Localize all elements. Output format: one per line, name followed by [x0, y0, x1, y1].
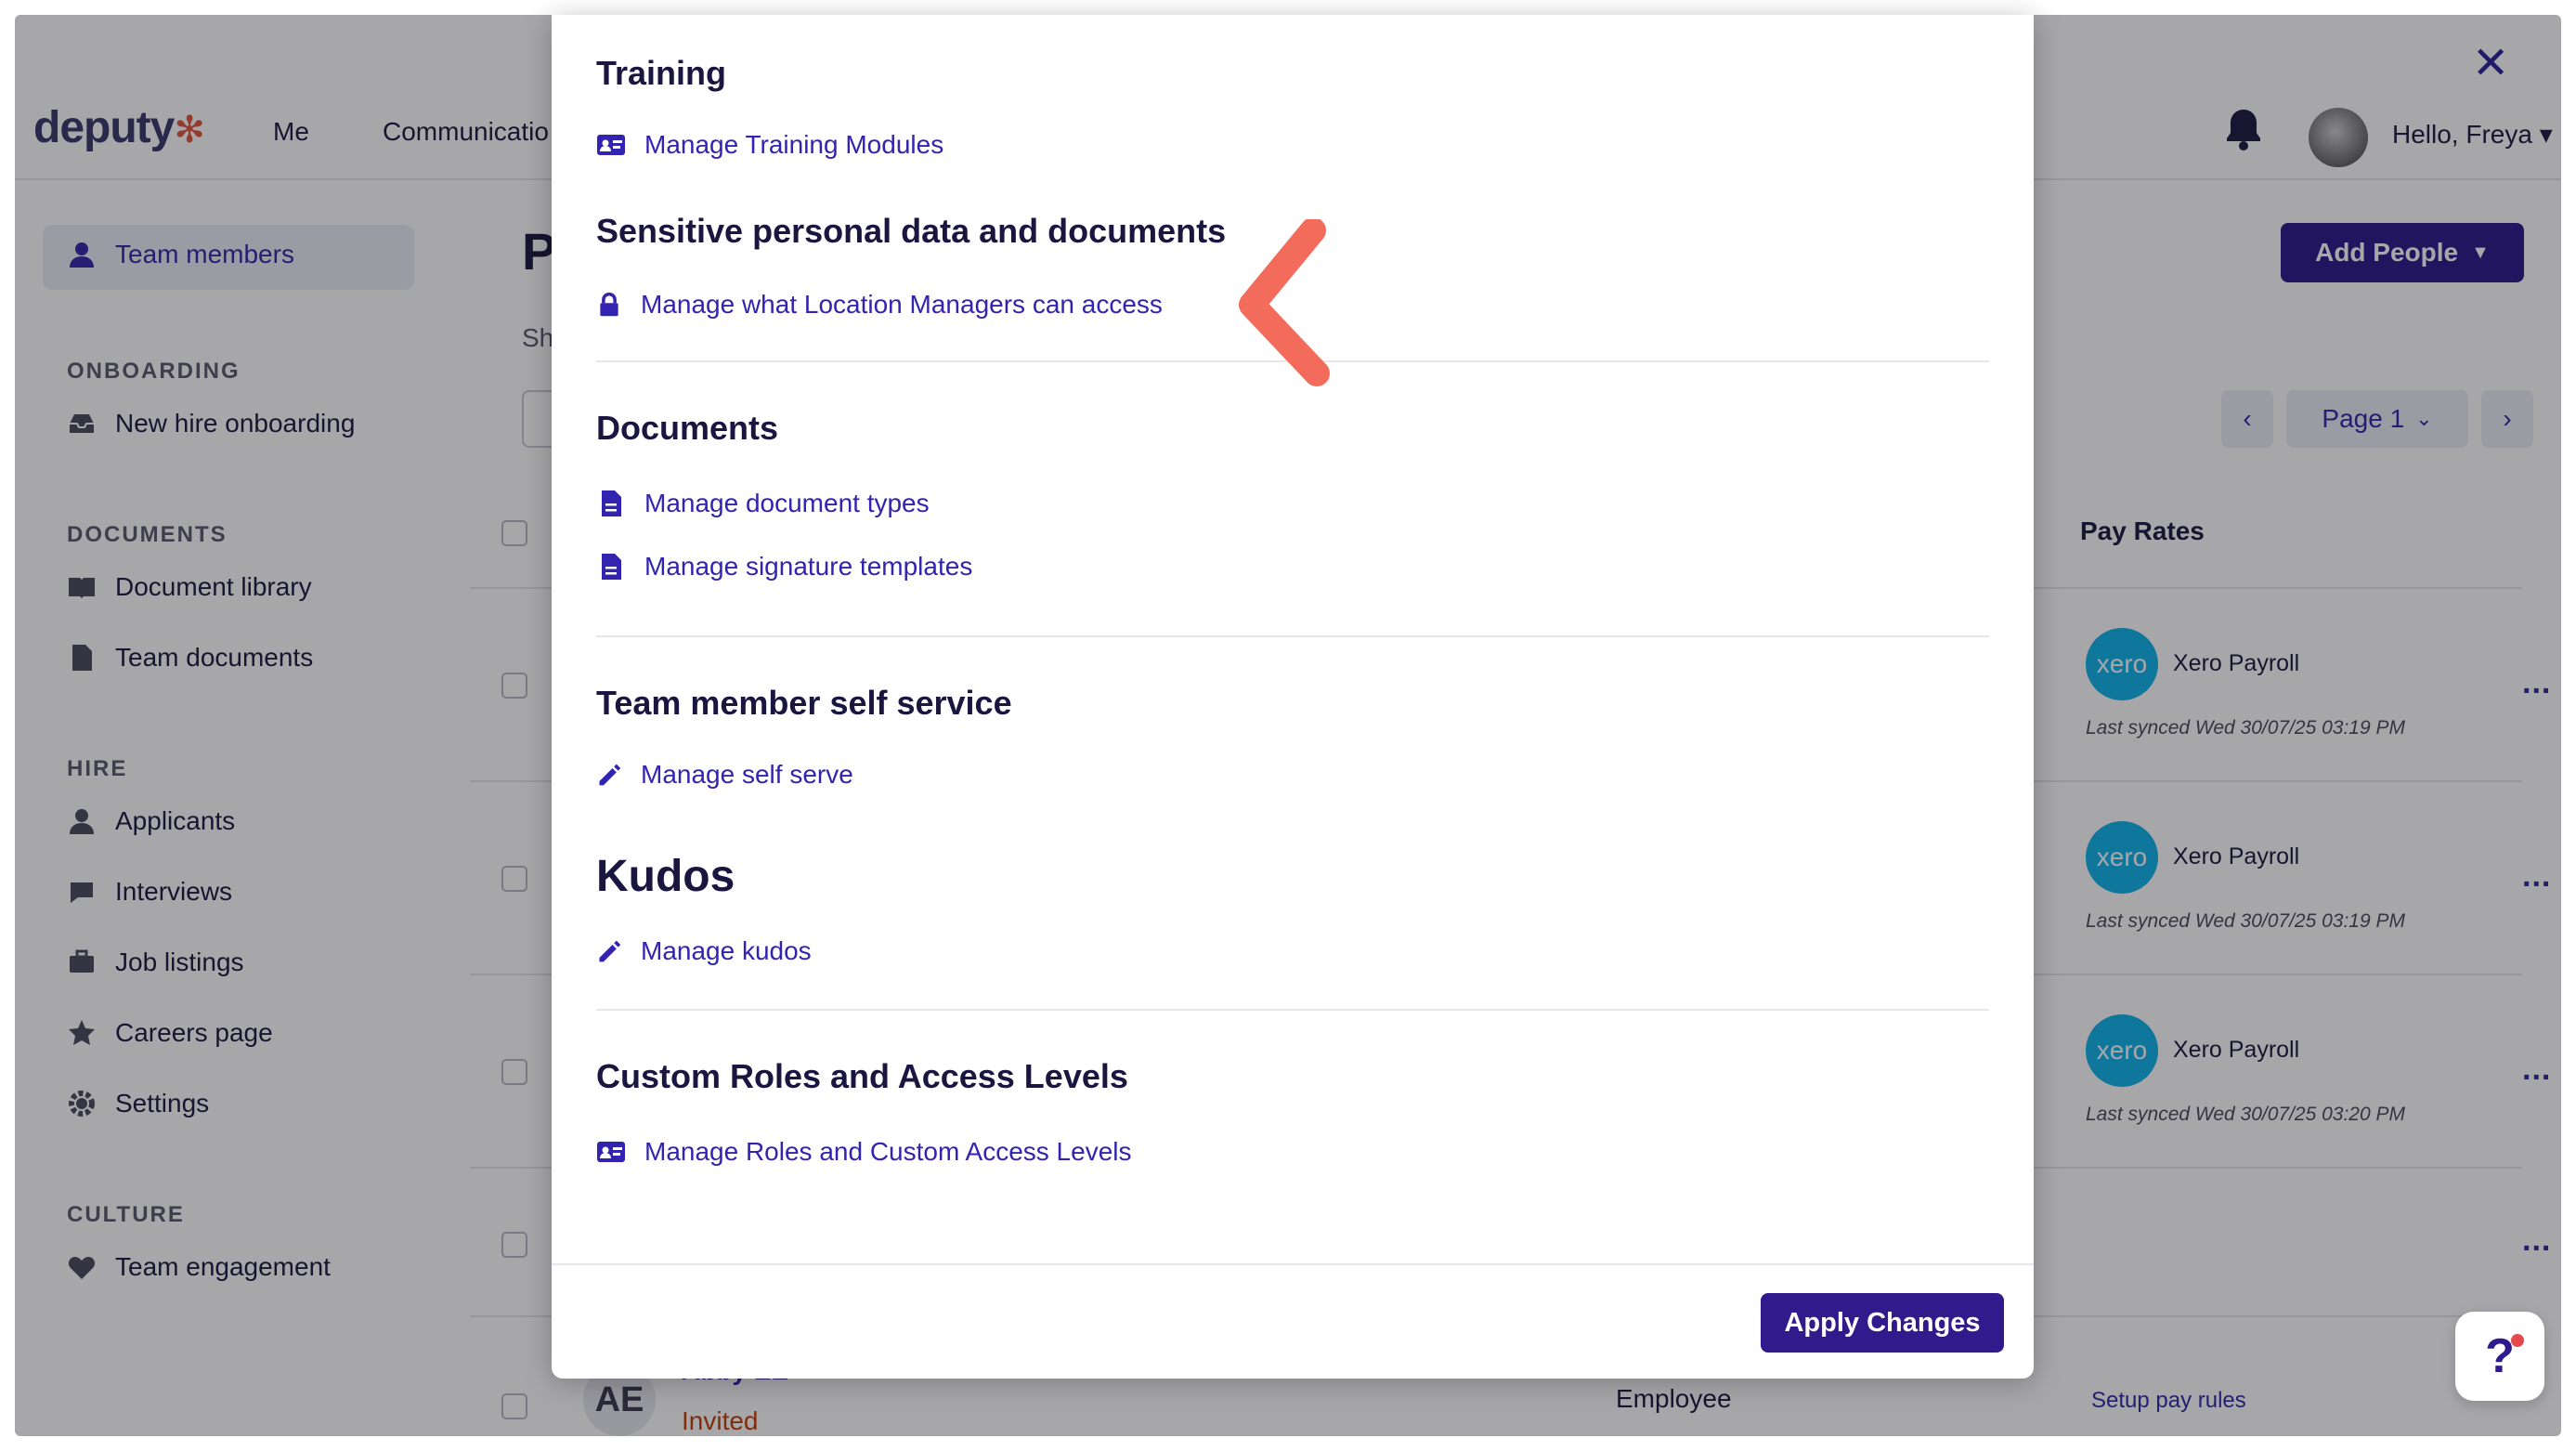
pencil-icon	[599, 764, 621, 786]
link-manage-signature-templates[interactable]: Manage signature templates	[596, 552, 972, 582]
notification-dot-icon	[2511, 1334, 2524, 1347]
help-button[interactable]: ?	[2455, 1312, 2544, 1401]
section-title-self-service: Team member self service	[596, 684, 1012, 722]
link-manage-roles-access-levels[interactable]: Manage Roles and Custom Access Levels	[596, 1137, 1132, 1167]
section-title-custom-roles: Custom Roles and Access Levels	[596, 1057, 1128, 1095]
document-icon	[602, 554, 621, 580]
close-icon[interactable]: ✕	[2472, 37, 2509, 89]
id-card-icon	[597, 135, 625, 155]
document-icon	[602, 490, 621, 516]
apply-changes-button[interactable]: Apply Changes	[1761, 1293, 2004, 1353]
link-manage-location-managers-access[interactable]: Manage what Location Managers can access	[596, 290, 1163, 320]
section-title-kudos: Kudos	[596, 852, 735, 901]
section-title-documents: Documents	[596, 409, 779, 447]
id-card-icon	[597, 1142, 625, 1162]
link-manage-kudos[interactable]: Manage kudos	[596, 936, 812, 966]
pencil-icon	[599, 940, 621, 962]
section-title-training: Training	[596, 54, 727, 92]
lock-icon	[600, 292, 618, 317]
link-manage-training-modules[interactable]: Manage Training Modules	[596, 130, 943, 160]
section-title-sensitive-data: Sensitive personal data and documents	[596, 212, 1227, 250]
modal-footer-divider	[552, 1263, 2034, 1265]
annotation-arrow-icon	[1239, 219, 1330, 386]
link-manage-document-types[interactable]: Manage document types	[596, 489, 930, 518]
section-divider	[596, 635, 1989, 637]
section-divider	[596, 1009, 1989, 1011]
link-manage-self-serve[interactable]: Manage self serve	[596, 760, 853, 790]
